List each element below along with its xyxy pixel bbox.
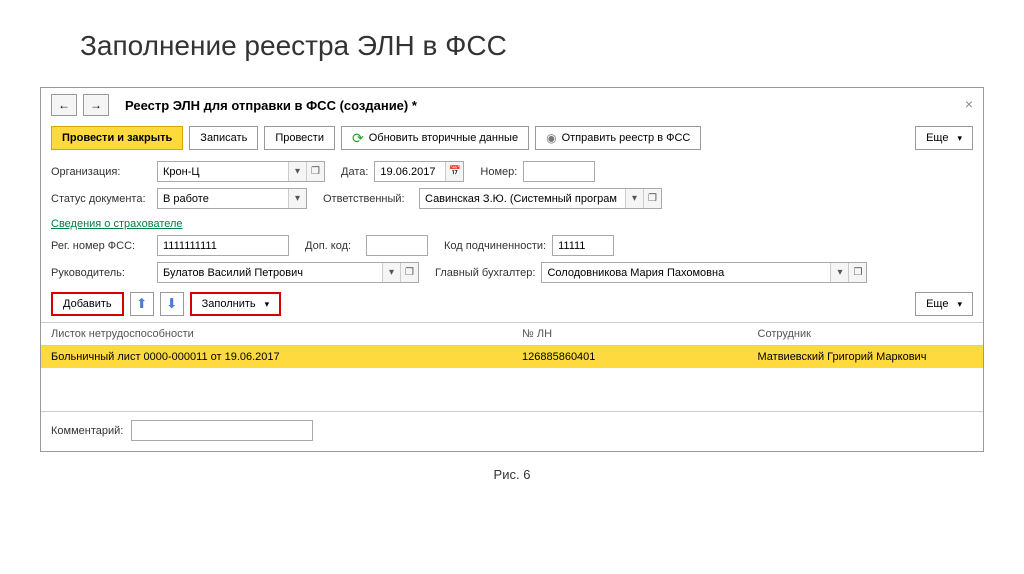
org-input[interactable] (158, 162, 288, 181)
write-button[interactable]: Записать (189, 126, 258, 150)
comment-input[interactable] (132, 421, 312, 440)
head-label: Руководитель: (51, 267, 151, 279)
dropdown-icon[interactable]: ▾ (382, 263, 400, 282)
post-and-close-button[interactable]: Провести и закрыть (51, 126, 183, 150)
reg-label: Рег. номер ФСС: (51, 240, 151, 252)
refresh-label: Обновить вторичные данные (369, 132, 518, 144)
number-field[interactable] (523, 161, 595, 182)
calendar-icon[interactable]: 📅 (445, 162, 463, 181)
cell-number[interactable]: 126885860401 (512, 346, 748, 369)
dop-label: Доп. код: (305, 240, 360, 252)
add-button[interactable]: Добавить (51, 292, 124, 316)
responsible-field[interactable]: ▾ ❐ (419, 188, 662, 209)
number-input[interactable] (524, 162, 594, 181)
arrow-up-icon: ⬆ (136, 296, 147, 312)
sick-leave-table[interactable]: Листок нетрудоспособности № ЛН Сотрудник… (41, 322, 983, 368)
window-title: Реестр ЭЛН для отправки в ФСС (создание)… (125, 98, 417, 113)
app-window: × ← → Реестр ЭЛН для отправки в ФСС (соз… (40, 87, 984, 452)
dropdown-icon[interactable]: ▾ (288, 189, 306, 208)
table-more-button[interactable]: Еще (915, 292, 973, 316)
sub-label: Код подчиненности: (444, 240, 546, 252)
head-field[interactable]: ▾ ❐ (157, 262, 419, 283)
number-label: Номер: (480, 166, 517, 178)
fill-button[interactable]: Заполнить (190, 292, 282, 316)
titlebar: ← → Реестр ЭЛН для отправки в ФСС (созда… (41, 88, 983, 122)
comment-label: Комментарий: (51, 425, 123, 437)
section-header[interactable]: Сведения о страхователе (41, 212, 983, 232)
move-up-button[interactable]: ⬆ (130, 292, 154, 316)
dropdown-icon[interactable]: ▾ (288, 162, 306, 181)
table-row[interactable]: Больничный лист 0000-000011 от 19.06.201… (41, 346, 983, 369)
responsible-label: Ответственный: (323, 193, 413, 205)
responsible-input[interactable] (420, 189, 625, 208)
cell-sheet[interactable]: Больничный лист 0000-000011 от 19.06.201… (41, 346, 512, 369)
sub-field[interactable] (552, 235, 614, 256)
dop-input[interactable] (367, 236, 427, 255)
more-button[interactable]: Еще (915, 126, 973, 150)
table-toolbar: Добавить ⬆ ⬇ Заполнить Еще (41, 286, 983, 322)
close-icon[interactable]: × (965, 96, 973, 112)
cell-employee[interactable]: Матвиевский Григорий Маркович (748, 346, 984, 369)
table-area: Листок нетрудоспособности № ЛН Сотрудник… (41, 322, 983, 412)
main-toolbar: Провести и закрыть Записать Провести ⟳ О… (41, 122, 983, 158)
reg-field[interactable] (157, 235, 289, 256)
dropdown-icon[interactable]: ▾ (830, 263, 848, 282)
sub-input[interactable] (553, 236, 613, 255)
page-title: Заполнение реестра ЭЛН в ФСС (80, 30, 984, 62)
send-button[interactable]: ◉ Отправить реестр в ФСС (535, 126, 701, 150)
org-field[interactable]: ▾ ❐ (157, 161, 325, 182)
status-field[interactable]: ▾ (157, 188, 307, 209)
table-header-number[interactable]: № ЛН (512, 323, 748, 346)
open-icon[interactable]: ❐ (400, 263, 418, 282)
head-input[interactable] (158, 263, 382, 282)
org-label: Организация: (51, 166, 151, 178)
status-label: Статус документа: (51, 193, 151, 205)
table-header-employee[interactable]: Сотрудник (748, 323, 984, 346)
open-icon[interactable]: ❐ (306, 162, 324, 181)
date-input[interactable] (375, 162, 445, 181)
move-down-button[interactable]: ⬇ (160, 292, 184, 316)
comment-field[interactable] (131, 420, 313, 441)
date-label: Дата: (341, 166, 368, 178)
reg-input[interactable] (158, 236, 288, 255)
accountant-label: Главный бухгалтер: (435, 267, 535, 279)
nav-forward-button[interactable]: → (83, 94, 109, 116)
status-input[interactable] (158, 189, 288, 208)
accountant-field[interactable]: ▾ ❐ (541, 262, 867, 283)
refresh-icon: ⟳ (352, 130, 364, 147)
open-icon[interactable]: ❐ (643, 189, 661, 208)
open-icon[interactable]: ❐ (848, 263, 866, 282)
send-icon: ◉ (546, 131, 556, 145)
table-header-sheet[interactable]: Листок нетрудоспособности (41, 323, 512, 346)
accountant-input[interactable] (542, 263, 830, 282)
figure-caption: Рис. 6 (40, 467, 984, 482)
nav-back-button[interactable]: ← (51, 94, 77, 116)
post-button[interactable]: Провести (264, 126, 335, 150)
send-label: Отправить реестр в ФСС (562, 132, 691, 144)
date-field[interactable]: 📅 (374, 161, 464, 182)
dropdown-icon[interactable]: ▾ (625, 189, 643, 208)
dop-field[interactable] (366, 235, 428, 256)
refresh-button[interactable]: ⟳ Обновить вторичные данные (341, 126, 529, 150)
arrow-down-icon: ⬇ (166, 296, 177, 312)
